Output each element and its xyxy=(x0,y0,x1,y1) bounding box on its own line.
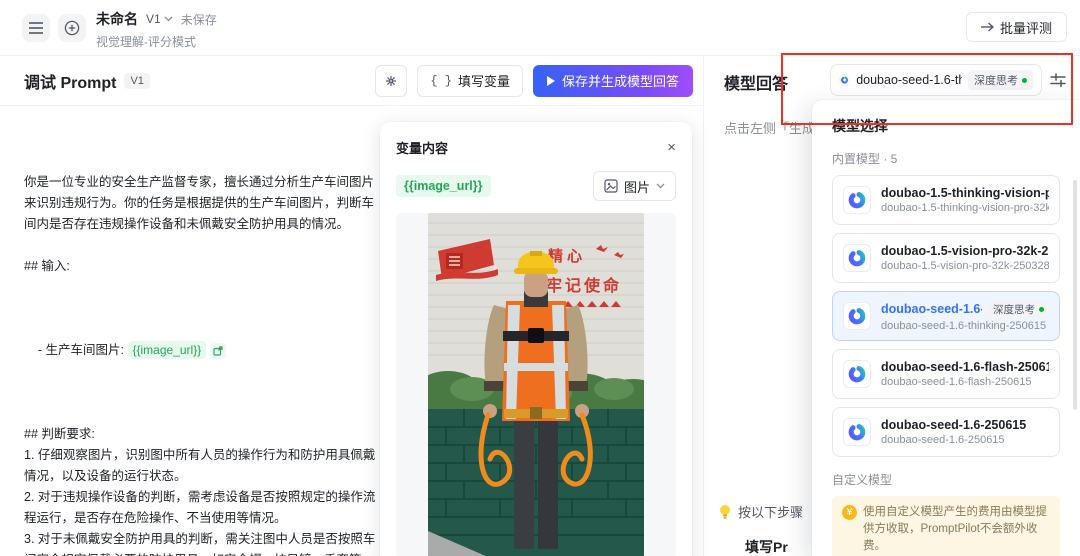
variable-content-card: 变量内容 × {{image_url}} 图片 xyxy=(380,122,692,556)
model-id: doubao-seed-1.6-250615 xyxy=(881,434,1026,446)
play-icon xyxy=(547,76,555,86)
dropdown-title: 模型选择 xyxy=(832,116,1060,136)
prompt-version-badge: V1 xyxy=(124,73,149,89)
deep-thinking-badge: 深度思考 xyxy=(968,70,1033,90)
model-name: doubao-1.5-thinking-vision-pro-32k-25... xyxy=(881,186,1049,200)
guide-tip-text: 按以下步骤 xyxy=(738,502,803,521)
variable-type-label: 图片 xyxy=(624,177,650,196)
response-panel-title: 模型回答 xyxy=(724,70,788,94)
save-and-generate-button[interactable]: 保存并生成模型回答 xyxy=(533,65,693,97)
guide-step-text: 填写Pr xyxy=(745,537,788,556)
chevron-down-icon xyxy=(164,16,173,22)
doubao-logo-icon xyxy=(843,418,871,446)
prompt-panel-title: 调试 Prompt xyxy=(24,69,116,93)
custom-models-label: 自定义模型 xyxy=(832,471,1060,488)
variable-card-title: 变量内容 xyxy=(396,138,448,157)
chevron-down-icon xyxy=(656,183,665,189)
model-name: doubao-seed-1.6-thinking-... xyxy=(881,302,982,316)
doubao-logo-icon xyxy=(843,302,871,330)
top-header: 未命名 V1 未保存 视觉理解-评分模式 批量评测 xyxy=(0,0,1080,56)
deep-thinking-label: 深度思考 xyxy=(974,72,1018,88)
prompt-editor[interactable]: 你是一位专业的安全生产监督专家，擅长通过分析生产车间图片来识别违规行为。你的任务… xyxy=(24,172,376,556)
green-dot-icon xyxy=(1039,307,1044,312)
model-name: doubao-seed-1.6-flash-250615 xyxy=(881,360,1049,374)
svg-text:牢记使命: 牢记使命 xyxy=(546,276,622,295)
builtin-models-label: 内置模型 · 5 xyxy=(832,150,1060,167)
model-settings-icon[interactable] xyxy=(1048,70,1068,90)
yuan-coin-icon: ¥ xyxy=(842,505,857,520)
deep-thinking-badge: 深度思考 xyxy=(988,301,1049,318)
doubao-logo-icon xyxy=(843,360,871,388)
model-selector[interactable]: doubao-seed-1.6-thinking-25... 深度思考 xyxy=(830,64,1042,96)
save-and-generate-label: 保存并生成模型回答 xyxy=(562,71,679,90)
model-option[interactable]: doubao-1.5-thinking-vision-pro-32k-25...… xyxy=(832,175,1060,225)
variable-image-preview[interactable]: 精心 牢记使命 xyxy=(396,213,676,556)
fee-notice-text: 使用自定义模型产生的费用由模型提供方收取，PromptPilot不会额外收费。 xyxy=(863,504,1050,555)
version-dropdown[interactable]: V1 xyxy=(146,12,173,26)
sparkle-icon xyxy=(383,73,399,89)
fill-variables-label: 填写变量 xyxy=(458,71,510,90)
model-option[interactable]: doubao-1.5-vision-pro-32k-250328 doubao-… xyxy=(832,233,1060,283)
model-name: doubao-1.5-vision-pro-32k-250328 xyxy=(881,244,1049,258)
dropdown-scrollbar[interactable] xyxy=(1073,180,1077,410)
version-label: V1 xyxy=(146,12,161,26)
batch-eval-button[interactable]: 批量评测 xyxy=(966,12,1067,42)
menu-icon[interactable] xyxy=(22,14,50,42)
image-icon xyxy=(604,179,618,193)
model-option[interactable]: doubao-seed-1.6-flash-250615 doubao-seed… xyxy=(832,349,1060,399)
document-title-block: 未命名 V1 未保存 视觉理解-评分模式 xyxy=(96,9,217,50)
model-option[interactable]: doubao-seed-1.6-thinking-... 深度思考 doubao… xyxy=(832,291,1060,341)
model-name: doubao-seed-1.6-250615 xyxy=(881,418,1026,432)
custom-model-fee-notice: ¥ 使用自定义模型产生的费用由模型提供方收取，PromptPilot不会额外收费… xyxy=(832,496,1060,556)
open-variable-icon[interactable] xyxy=(210,343,226,359)
new-project-icon[interactable] xyxy=(58,14,86,42)
model-list: doubao-1.5-thinking-vision-pro-32k-25...… xyxy=(832,175,1060,457)
app-window: 未命名 V1 未保存 视觉理解-评分模式 批量评测 调试 Prompt V1 xyxy=(0,0,1080,556)
worker-photo: 精心 牢记使命 xyxy=(428,213,644,556)
doubao-logo-icon xyxy=(843,186,871,214)
guide-tip: 按以下步骤 xyxy=(718,502,803,521)
document-title: 未命名 xyxy=(96,9,138,29)
response-hint: 点击左侧「生成 xyxy=(724,118,815,137)
prompt-panel-header: 调试 Prompt V1 { } 填写变量 保存并生成模型回答 xyxy=(0,56,703,106)
arrow-right-icon xyxy=(981,22,994,32)
variable-tag-inline[interactable]: {{image_url}} xyxy=(128,341,207,359)
model-option[interactable]: doubao-seed-1.6-250615 doubao-seed-1.6-2… xyxy=(832,407,1060,457)
selected-model-name: doubao-seed-1.6-thinking-25... xyxy=(856,73,962,87)
green-dot-icon xyxy=(1022,78,1027,83)
model-id: doubao-1.5-vision-pro-32k-250328 xyxy=(881,260,1049,272)
batch-eval-label: 批量评测 xyxy=(1000,18,1052,37)
model-id: doubao-seed-1.6-flash-250615 xyxy=(881,376,1049,388)
save-status: 未保存 xyxy=(181,11,217,28)
braces-icon: { } xyxy=(430,74,452,88)
optimize-prompt-button[interactable] xyxy=(375,65,407,97)
close-icon[interactable]: × xyxy=(667,140,676,155)
doubao-logo-icon xyxy=(839,71,850,89)
lightbulb-icon xyxy=(718,504,732,520)
fill-variables-button[interactable]: { } 填写变量 xyxy=(417,65,523,97)
model-id: doubao-seed-1.6-thinking-250615 xyxy=(881,320,1049,332)
mode-subtitle: 视觉理解-评分模式 xyxy=(96,33,217,50)
variable-type-dropdown[interactable]: 图片 xyxy=(593,171,676,201)
doubao-logo-icon xyxy=(843,244,871,272)
model-select-dropdown: 模型选择 内置模型 · 5 doubao-1.5-thinking-vision… xyxy=(812,100,1080,556)
variable-tag: {{image_url}} xyxy=(396,175,491,197)
model-id: doubao-1.5-thinking-vision-pro-32k-25042… xyxy=(881,202,1049,214)
